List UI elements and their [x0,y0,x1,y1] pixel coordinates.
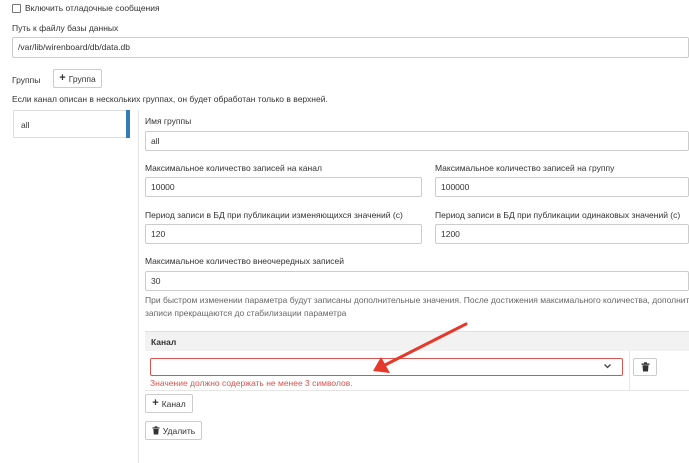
max-records-channel-input[interactable]: 10000 [145,177,422,197]
delete-group-button[interactable]: Удалить [145,421,202,440]
period-same-label: Период записи в БД при публикации одинак… [435,210,681,220]
add-channel-button[interactable]: + Канал [145,394,193,413]
db-path-label: Путь к файлу базы данных [12,23,119,33]
channel-header-label: Канал [151,337,177,347]
trash-icon [152,426,160,435]
period-changing-label: Период записи в БД при публикации изменя… [145,210,403,220]
add-group-button[interactable]: + Группа [53,69,102,88]
max-records-group-input[interactable]: 100000 [435,177,689,197]
debug-checkbox[interactable] [12,4,21,13]
delete-group-label: Удалить [162,425,196,436]
db-path-input[interactable]: /var/lib/wirenboard/db/data.db [12,37,689,58]
delete-channel-button[interactable] [633,358,657,376]
add-group-label: Группа [68,73,96,84]
add-channel-label: Канал [161,398,186,409]
max-records-group-label: Максимальное количество записей на групп… [435,163,615,173]
chevron-down-icon[interactable] [603,363,612,370]
group-list-item-all[interactable]: all [13,110,130,138]
trash-icon [641,362,649,372]
group-list-item-label: all [21,120,30,130]
group-name-input[interactable]: all [145,131,689,151]
channel-error: Значение должно содержать не менее 3 сим… [150,378,353,388]
group-name-label: Имя группы [145,116,192,126]
groups-note: Если канал описан в нескольких группах, … [12,94,328,104]
active-indicator [126,110,130,138]
row-divider [629,351,630,391]
max-unscheduled-label: Максимальное количество внеочередных зап… [145,256,345,266]
period-same-input[interactable]: 1200 [435,224,689,244]
plus-icon: + [59,72,66,84]
help-text-line2: записи прекращаются до стабилизации пара… [145,308,347,318]
max-unscheduled-input[interactable]: 30 [145,271,689,291]
arrow-annotation [373,322,468,373]
groups-heading: Группы [12,75,41,85]
max-records-channel-label: Максимальное количество записей на канал [145,163,322,173]
plus-icon: + [152,397,159,409]
debug-label: Включить отладочные сообщения [25,3,160,13]
help-text-line1: При быстром изменении параметра будут за… [145,295,689,305]
period-changing-input[interactable]: 120 [145,224,422,244]
